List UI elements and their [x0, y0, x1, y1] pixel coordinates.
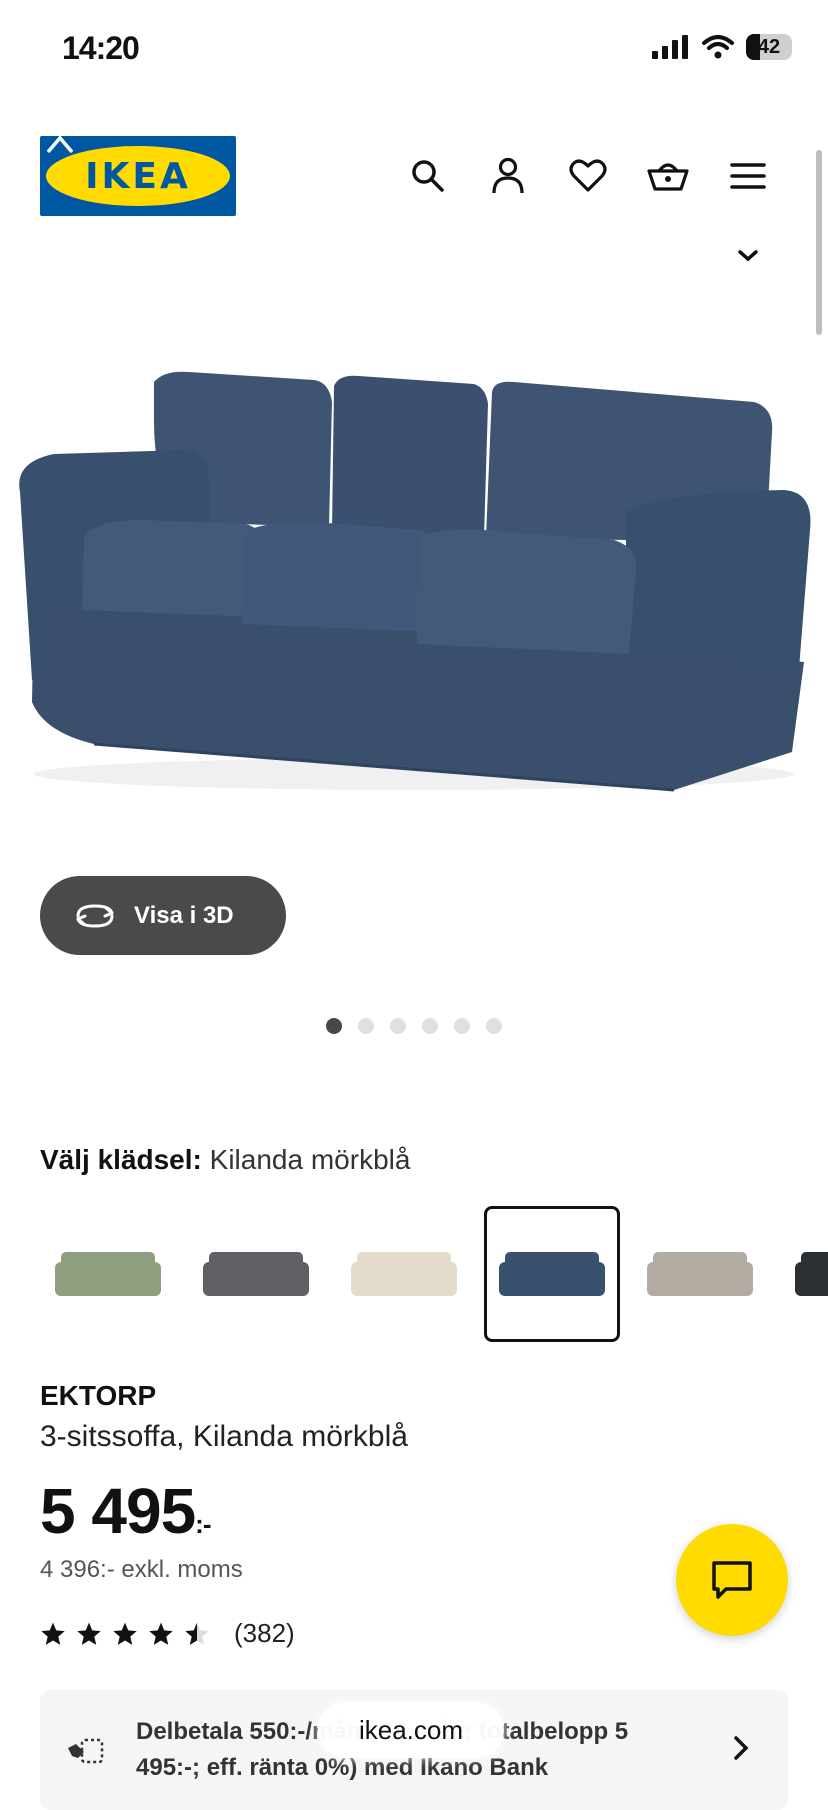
- product-image-sofa[interactable]: [14, 362, 814, 802]
- sofa-thumbnail: [499, 1252, 605, 1296]
- pagination-dot[interactable]: [390, 1018, 406, 1034]
- swatch-option[interactable]: [40, 1206, 176, 1342]
- battery-level: 42: [757, 35, 781, 58]
- status-time: 14:20: [62, 30, 140, 66]
- view-in-3d-button[interactable]: Visa i 3D: [40, 876, 286, 955]
- upholstery-swatches: [40, 1206, 828, 1346]
- browser-url-bar[interactable]: ikea.com: [318, 1702, 504, 1758]
- pagination-dot[interactable]: [486, 1018, 502, 1034]
- status-icons: 42: [652, 34, 792, 60]
- signal-icon: [652, 35, 688, 59]
- upholstery-selector-label: Välj klädsel: Kilanda mörkblå: [40, 1144, 410, 1176]
- product-brand: EKTORP: [40, 1380, 157, 1411]
- search-icon[interactable]: [406, 154, 450, 198]
- payment-split-icon: [68, 1738, 104, 1764]
- logo-text: IKEA: [85, 155, 191, 197]
- pagination-dot[interactable]: [326, 1018, 342, 1034]
- sofa-thumbnail: [203, 1252, 309, 1296]
- swatch-option[interactable]: [632, 1206, 768, 1342]
- chat-icon: [712, 1561, 752, 1599]
- chevron-down-icon[interactable]: [734, 248, 762, 264]
- swatch-option[interactable]: [188, 1206, 324, 1342]
- star-icon: [41, 1622, 65, 1645]
- basket-icon[interactable]: [646, 154, 690, 198]
- product-rating[interactable]: (382): [40, 1618, 295, 1649]
- heart-icon[interactable]: [566, 154, 610, 198]
- swatch-option[interactable]: [780, 1206, 828, 1342]
- price-value: 5 495: [40, 1475, 196, 1547]
- sofa-thumbnail: [647, 1252, 753, 1296]
- chevron-right-icon: [734, 1736, 749, 1760]
- price-excl-vat: 4 396:- exkl. moms: [40, 1556, 243, 1583]
- star-icon: [113, 1622, 137, 1645]
- sofa-thumbnail: [55, 1252, 161, 1296]
- rotate-3d-icon: [76, 903, 114, 928]
- product-description: 3-sitssoffa, Kilanda mörkblå: [40, 1420, 408, 1453]
- close-icon[interactable]: [44, 130, 76, 156]
- sofa-thumbnail: [351, 1252, 457, 1296]
- price-suffix: :-: [195, 1509, 211, 1539]
- swatch-option[interactable]: [336, 1206, 472, 1342]
- account-icon[interactable]: [486, 154, 530, 198]
- browser-url: ikea.com: [358, 1714, 464, 1745]
- battery-indicator: 42: [746, 34, 792, 60]
- wifi-icon: [702, 35, 734, 59]
- chat-button[interactable]: [676, 1524, 788, 1636]
- upholstery-selected-value: Kilanda mörkblå: [209, 1144, 411, 1175]
- pagination-dot[interactable]: [422, 1018, 438, 1034]
- sofa-thumbnail: [795, 1252, 828, 1296]
- product-price: 5 495:-: [40, 1474, 212, 1548]
- upholstery-label: Välj klädsel:: [40, 1144, 202, 1175]
- pagination-dot[interactable]: [454, 1018, 470, 1034]
- swatch-option-selected[interactable]: [484, 1206, 620, 1342]
- star-icon: [77, 1622, 101, 1645]
- review-count[interactable]: (382): [234, 1618, 295, 1649]
- pagination-dot[interactable]: [358, 1018, 374, 1034]
- menu-icon[interactable]: [726, 154, 770, 198]
- page-scrollbar[interactable]: [816, 150, 822, 335]
- view-in-3d-label: Visa i 3D: [134, 901, 234, 929]
- image-pagination[interactable]: [326, 1018, 502, 1034]
- star-half-icon: [185, 1622, 209, 1645]
- star-icon: [149, 1622, 173, 1645]
